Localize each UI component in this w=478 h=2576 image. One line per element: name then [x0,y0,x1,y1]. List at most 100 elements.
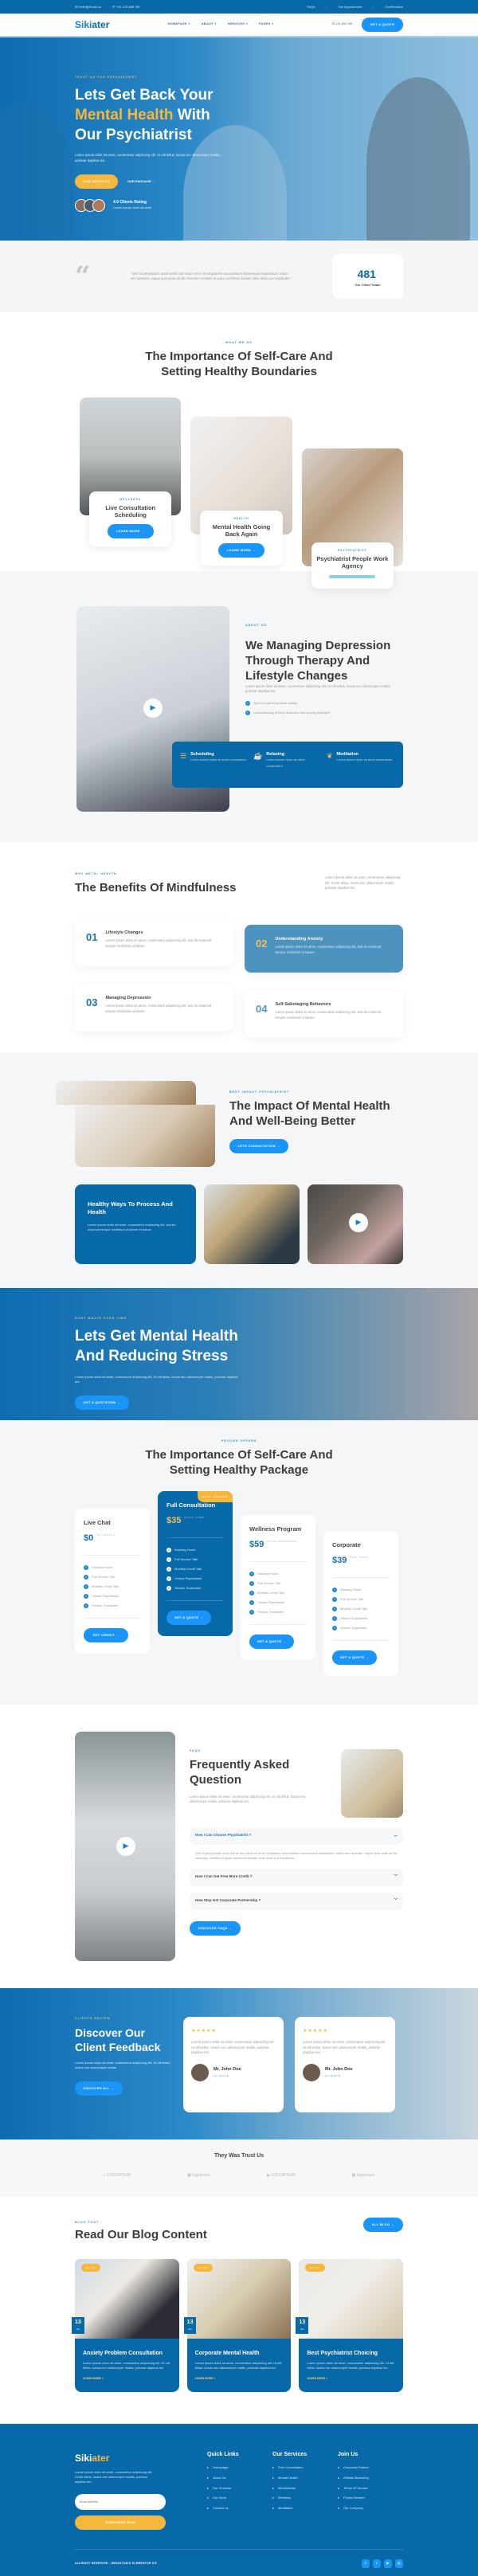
footer-column-title: Join Us [338,2451,358,2457]
review-card: ★★★★★ Lorem ipsum dolor sit amet, consec… [183,2016,284,2112]
nav-phone[interactable]: ✆ 123 456 789 [332,22,352,27]
plan-unit: EACH PROGRAM [267,1540,297,1544]
email-input[interactable] [75,2493,166,2510]
footer-link[interactable]: ▸ Meditation [272,2506,338,2511]
check-icon: ✓ [249,1590,254,1595]
blog-title[interactable]: Anxiety Problem Consultation [83,2350,171,2357]
check-icon: ✓ [84,1574,88,1580]
nav-pages[interactable]: PAGES + [259,22,273,27]
plan-button[interactable]: GET CREDIT → [84,1627,128,1642]
footer-link[interactable]: ▸ Our Services [207,2486,272,2491]
blog-card[interactable]: BLOG 13 Jun Corporate Mental Health Lorem… [183,2258,292,2392]
caret-right-icon: ▸ [338,2505,340,2510]
footer-logo[interactable]: Sikiater [75,2451,207,2465]
caret-right-icon: ▸ [272,2465,275,2470]
plan-name: Live Chat [84,1518,111,1526]
learn-more-button[interactable] [329,574,376,578]
cup-icon: ☕ [253,751,263,760]
check-icon: ✓ [249,1609,254,1615]
discover-faqs-button[interactable]: DISCOVER FAQS → [190,1920,241,1936]
logo[interactable]: Sikiater [75,18,109,32]
email-contact[interactable]: ✉ Hello@Email.co [75,5,101,10]
learn-more-link[interactable]: LEARN MORE » [83,2377,171,2381]
service-card: PSYCHIATRIST Psychiatrist People Work Ag… [301,448,403,589]
phone-contact[interactable]: ✆ +62 123 488 789 [112,5,140,10]
blog-title[interactable]: Corporate Mental Health [195,2350,284,2357]
topbar-link-confirmation[interactable]: Confirmation [385,5,403,10]
plan-feature: ✓ Monthly Credit Talk [167,1566,202,1572]
our-package-link[interactable]: OUR PACKAGE → [127,179,155,184]
discover-all-button[interactable]: DISCOVER ALL → [75,2081,123,2096]
cta-title: Lets Get Mental Health And Reducing Stre… [75,1328,238,1365]
about-text: Lorem ipsum dolor sit amet, consectetur … [245,683,391,694]
best-offer-badge: BEST OFFERS [198,1490,233,1503]
get-quotation-button[interactable]: GET A QUOTATION → [75,1395,129,1410]
footer-link[interactable]: ▸ Corporate Partner [338,2465,403,2470]
caret-right-icon: ▸ [338,2485,340,2490]
check-icon: ✓ [245,710,250,715]
footer-link[interactable]: ▸ Points Member [338,2496,403,2500]
nav-services[interactable]: SERVICES + [228,22,248,27]
blog-card[interactable]: BLOG 13 Jun Anxiety Problem Consultation … [72,2258,179,2392]
quote-icon: “ [75,260,91,292]
blog-tag: BLOG [193,2263,214,2273]
faq-question-open[interactable]: How I Can Choose Psychiatrist ? ︿ [190,1826,403,1845]
blog-section: BLOG POST Read Our Blog Content ALL BLOG… [0,2197,478,2424]
footer-link[interactable]: ▸ Free Consultation [272,2465,338,2470]
lets-consultation-button[interactable]: LETS CONSULTATION → [229,1138,288,1153]
blog-title[interactable]: Best Psychiatrist Choicing [307,2350,395,2357]
plan-feature: ✓ Working Hours [332,1587,362,1592]
facebook-icon[interactable]: f [362,2558,370,2568]
youtube-icon[interactable]: ▶ [384,2558,392,2568]
nav-about[interactable]: ABOUT + [202,22,217,27]
blog-card[interactable]: BLOG 13 Jun Best Psychiatrist Choicing Lo… [296,2258,404,2392]
avatar [191,2064,209,2082]
about-section: ▶ ABOUT US We Managing Depression Throug… [0,570,478,842]
plan-button[interactable]: GET A QUOTE → [249,1634,294,1649]
footer-column: Our Services ▸ Free Consultation ▸ Mental He… [272,2451,338,2530]
footer-link[interactable]: ▸ Homepage [207,2465,272,2470]
blog-image: BLOG 13 Jun [183,2258,292,2339]
learn-more-button[interactable]: LEARN MORE → [107,523,154,538]
play-icon[interactable]: ▶ [116,1836,135,1856]
plan-button[interactable]: GET A QUOTE → [167,1610,211,1625]
our-services-button[interactable]: OUR SERVICES [75,174,118,190]
service-card: WELLNESS Live Consultation Scheduling LE… [80,397,182,546]
footer-column-title: Our Services [272,2451,308,2457]
footer-link[interactable]: ▸ Our Company [338,2506,403,2511]
twitter-icon[interactable]: t [373,2558,381,2568]
caret-right-icon: ▸ [272,2496,275,2500]
topbar-link-appointment[interactable]: Get Appointment [338,5,362,10]
services-title: The Importance Of Self-Care And Setting … [145,350,333,379]
dribbble-icon[interactable]: ◎ [395,2558,403,2568]
caret-right-icon: ▸ [338,2496,340,2500]
plan-feature: ✓ Choice Psychiatrist [249,1599,285,1605]
learn-more-link[interactable]: LEARN MORE » [307,2377,395,2381]
footer-link[interactable]: ▸ Wellness [272,2496,338,2500]
faq-question[interactable]: How Step Get Corporate Partnership ? ﹀ [190,1892,403,1910]
topbar-link-faqs[interactable]: FAQs [307,5,315,10]
get-quote-button[interactable]: GET A QUOTE [361,18,403,32]
play-icon[interactable]: ▶ [143,698,163,718]
all-blog-button[interactable]: ALL BLOG → [363,2217,403,2232]
check-item: ✓ Tips for improving sleep quality [245,700,297,706]
plan-button[interactable]: GET A QUOTE → [332,1650,377,1665]
learn-more-link[interactable]: LEARN MORE » [195,2377,284,2381]
footer-link[interactable]: ▸ Contact Us [207,2506,272,2511]
footer-link[interactable]: ▸ Mental Health [272,2476,338,2480]
list-icon: ☰ [180,751,187,760]
footer-link[interactable]: ▸ Our Work [207,2496,272,2500]
footer-link[interactable]: ▸ Mindfullness [272,2486,338,2491]
footer-link[interactable]: ▸ Affiliate Marketing [338,2476,403,2480]
testimonials-text: Lorem ipsum dolor sit amet, consectetur … [75,2061,171,2070]
plan-feature: ✓ Service Guarantee [167,1585,202,1591]
faq-question[interactable]: How I Can Get Free More Credit ? ﹀ [190,1868,403,1886]
subscribe-button[interactable]: SUBSCRIBE NOW [75,2515,166,2530]
chevron-down-icon: ﹀ [394,1874,398,1879]
video-image: ▶ [308,1184,403,1265]
footer-link[interactable]: ▸ Terms Of Service [338,2486,403,2491]
footer-link[interactable]: ▸ About Us [207,2476,272,2480]
play-icon[interactable]: ▶ [349,1213,368,1233]
nav-homepage[interactable]: HOMEPAGE + [168,22,190,27]
learn-more-button[interactable]: LEARN MORE → [217,542,264,558]
